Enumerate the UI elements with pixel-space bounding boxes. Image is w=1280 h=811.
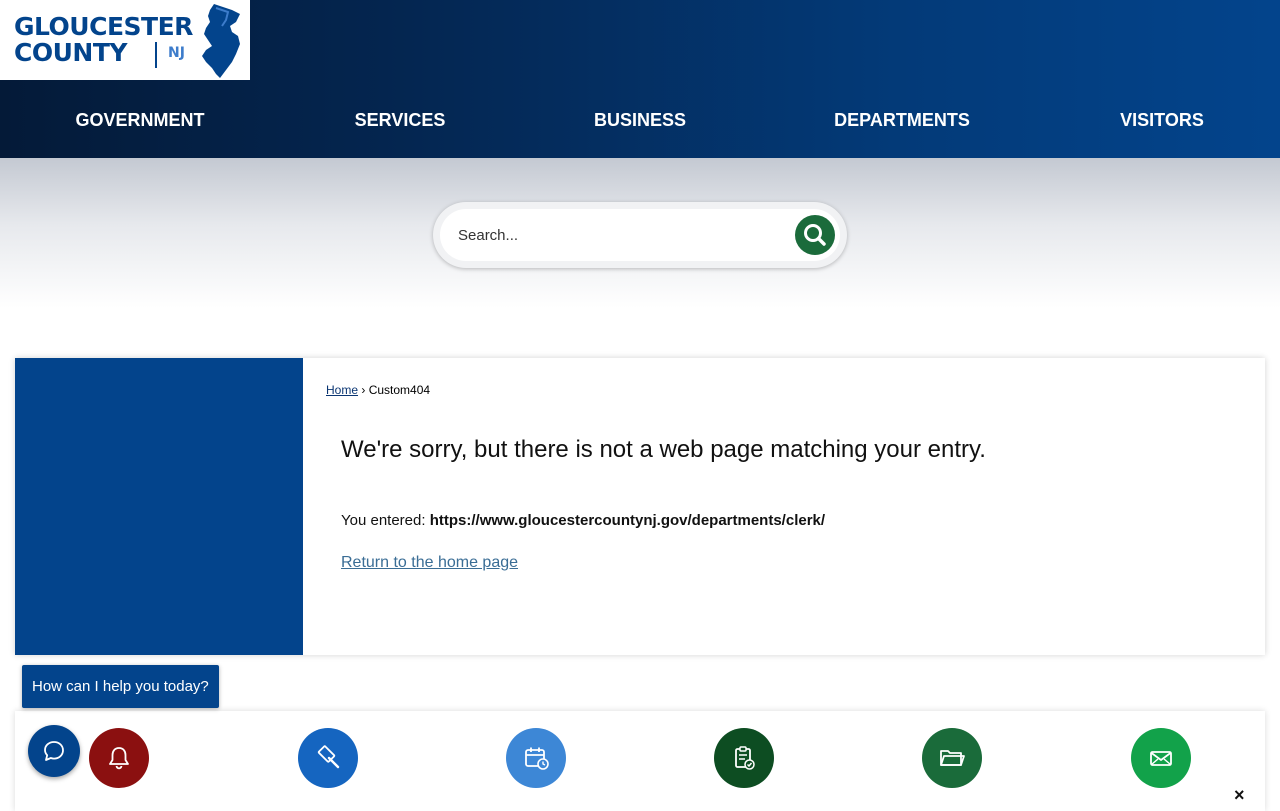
chat-icon [44, 741, 64, 761]
nav-item-departments[interactable]: DEPARTMENTS [834, 82, 970, 158]
entered-url: https://www.gloucestercountynj.gov/depar… [429, 512, 826, 529]
bell-icon [109, 747, 129, 770]
quick-link-alerts[interactable] [89, 728, 149, 788]
quick-links-bar [15, 711, 1265, 811]
breadcrumb: Home › Custom404 [326, 383, 430, 397]
quick-link-calendar[interactable] [506, 728, 566, 788]
logo-text-line2: COUNTY [14, 38, 127, 67]
return-home-link[interactable]: Return to the home page [341, 554, 518, 572]
main-nav: GOVERNMENT SERVICES BUSINESS DEPARTMENTS… [0, 82, 1280, 158]
site-header: GLOUCESTER COUNTY NJ GOVERNMENT SERVICES… [0, 0, 1280, 158]
nav-item-services[interactable]: SERVICES [355, 82, 446, 158]
entered-url-line: You entered: https://www.gloucestercount… [341, 512, 825, 529]
folder-icon [940, 750, 965, 766]
quick-link-documents[interactable] [922, 728, 982, 788]
nav-item-visitors[interactable]: VISITORS [1120, 82, 1204, 158]
calendar-icon [525, 747, 549, 770]
logo-state-abbrev: NJ [168, 45, 185, 61]
gavel-icon [317, 745, 340, 769]
search-input[interactable] [458, 209, 778, 261]
nav-item-business[interactable]: BUSINESS [594, 82, 686, 158]
close-icon[interactable]: × [1234, 786, 1245, 804]
chat-prompt-bubble[interactable]: How can I help you today? [22, 665, 219, 708]
breadcrumb-separator: › [361, 383, 366, 397]
quick-link-auctions[interactable] [298, 728, 358, 788]
search-field-wrapper [440, 209, 840, 261]
breadcrumb-current: Custom404 [368, 383, 431, 397]
quick-link-contact[interactable] [1131, 728, 1191, 788]
search-button[interactable] [795, 215, 835, 255]
search-icon [804, 224, 826, 246]
search-container [433, 202, 847, 268]
breadcrumb-home-link[interactable]: Home [326, 383, 358, 397]
chat-button[interactable] [28, 725, 80, 777]
quick-link-forms[interactable] [714, 728, 774, 788]
entered-label: You entered: [341, 512, 426, 529]
mail-icon [1150, 751, 1172, 766]
clipboard-check-icon [735, 746, 755, 770]
error-title: We're sorry, but there is not a web page… [341, 436, 986, 463]
content-card: Home › Custom404 We're sorry, but there … [15, 358, 1265, 655]
county-logo[interactable]: GLOUCESTER COUNTY NJ [0, 0, 250, 80]
new-jersey-map-icon [202, 4, 240, 78]
side-panel [15, 358, 303, 655]
nav-item-government[interactable]: GOVERNMENT [75, 82, 204, 158]
logo-divider [155, 42, 157, 68]
